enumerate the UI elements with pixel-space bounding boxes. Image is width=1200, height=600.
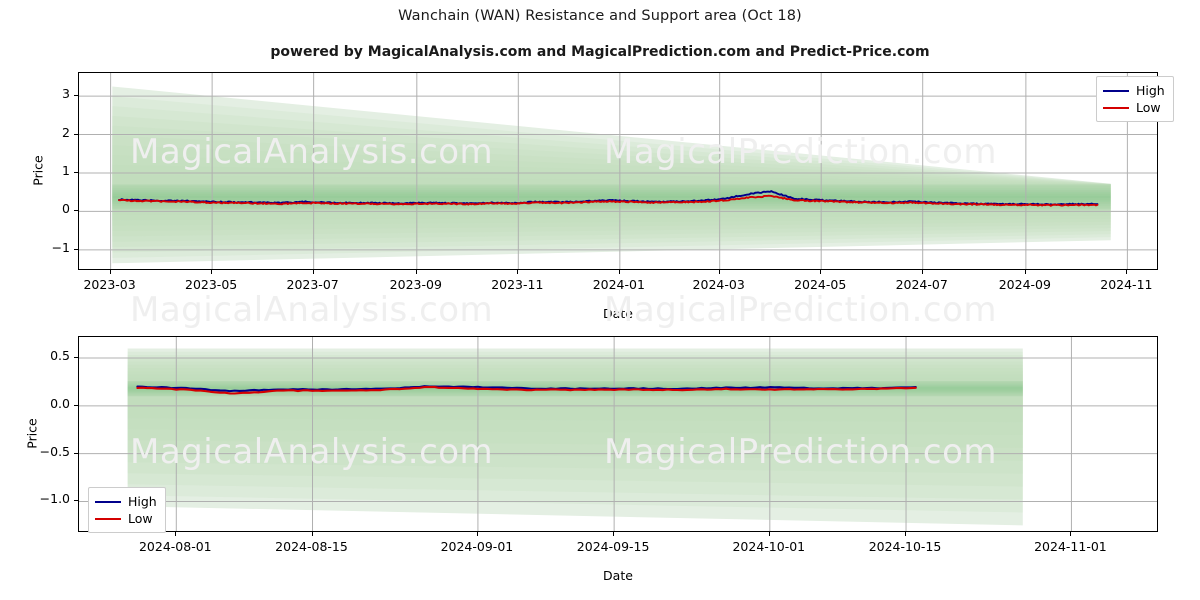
y-tickmark xyxy=(74,500,78,502)
x-tick-label: 2024-11 xyxy=(1100,277,1153,292)
x-tickmark xyxy=(921,270,923,274)
x-tickmark xyxy=(1126,270,1128,274)
x-tickmark xyxy=(211,270,213,274)
bottom-chart-panel xyxy=(78,336,1158,532)
figure-canvas: Wanchain (WAN) Resistance and Support ar… xyxy=(0,0,1200,600)
top-chart-axes xyxy=(78,72,1158,270)
x-tick-label: 2024-08-15 xyxy=(275,539,348,554)
x-tick-label: 2024-07 xyxy=(895,277,948,292)
y-tickmark xyxy=(74,210,78,212)
y-tick-label: −1 xyxy=(51,239,70,255)
x-tickmark xyxy=(312,270,314,274)
x-tickmark xyxy=(718,270,720,274)
y-tick-label: −0.5 xyxy=(39,443,70,459)
y-tickmark xyxy=(74,404,78,406)
x-tickmark xyxy=(820,270,822,274)
x-tickmark xyxy=(618,270,620,274)
x-tickmark xyxy=(1070,532,1072,536)
y-tick-label: 0.5 xyxy=(50,348,70,364)
x-tickmark xyxy=(109,270,111,274)
y-tickmark xyxy=(74,452,78,454)
bottom-chart-plot xyxy=(79,337,1157,531)
legend-item-label: High xyxy=(128,494,157,509)
x-tick-label: 2024-09-15 xyxy=(576,539,650,554)
legend-item-label: High xyxy=(1136,83,1165,98)
y-tick-label: 3 xyxy=(62,86,70,102)
x-tickmark xyxy=(311,532,313,536)
top-chart-ylabel: Price xyxy=(30,155,46,186)
x-tickmark xyxy=(1024,270,1026,274)
y-tickmark xyxy=(74,357,78,359)
legend-swatch-icon xyxy=(95,517,121,520)
x-tick-label: 2024-09-01 xyxy=(440,539,514,554)
x-tickmark xyxy=(517,270,519,274)
x-tick-label: 2024-08-01 xyxy=(138,539,212,554)
x-tickmark xyxy=(175,532,177,536)
y-tickmark xyxy=(74,248,78,250)
y-tickmark xyxy=(74,95,78,97)
legend-item-high[interactable]: High xyxy=(95,493,157,510)
y-tickmark xyxy=(74,171,78,173)
top-chart-plot xyxy=(79,73,1157,269)
legend-swatch-icon xyxy=(1103,89,1129,92)
legend-swatch-icon xyxy=(1103,106,1129,109)
x-tickmark xyxy=(768,532,770,536)
bottom-chart-xlabel: Date xyxy=(603,568,633,583)
page-title: Wanchain (WAN) Resistance and Support ar… xyxy=(398,8,802,24)
figure-subtitle: powered by MagicalAnalysis.com and Magic… xyxy=(270,44,930,60)
x-tickmark xyxy=(476,532,478,536)
legend-swatch-icon xyxy=(95,500,121,503)
bottom-chart-ylabel: Price xyxy=(24,418,40,449)
legend-item-label: Low xyxy=(128,511,153,526)
x-tickmark xyxy=(905,532,907,536)
legend-item-low[interactable]: Low xyxy=(1103,99,1165,116)
legend-item-low[interactable]: Low xyxy=(95,510,157,527)
x-tick-label: 2024-11-01 xyxy=(1034,539,1107,554)
x-tick-label: 2024-10-15 xyxy=(868,539,942,554)
legend-item-label: Low xyxy=(1136,100,1161,115)
x-tick-label: 2023-07 xyxy=(286,277,339,292)
top-chart-panel xyxy=(78,72,1158,270)
x-tickmark xyxy=(415,270,417,274)
y-tick-label: −1.0 xyxy=(39,491,70,507)
y-tickmark xyxy=(74,133,78,135)
bottom-chart-axes xyxy=(78,336,1158,532)
bottom-chart-legend[interactable]: High Low xyxy=(88,487,166,533)
x-tick-label: 2024-10-01 xyxy=(732,539,806,554)
x-tickmark xyxy=(613,532,615,536)
legend-item-high[interactable]: High xyxy=(1103,82,1165,99)
top-chart-legend[interactable]: High Low xyxy=(1096,76,1174,122)
top-chart-xlabel: Date xyxy=(603,306,633,321)
y-tick-label: 0.0 xyxy=(50,395,70,411)
